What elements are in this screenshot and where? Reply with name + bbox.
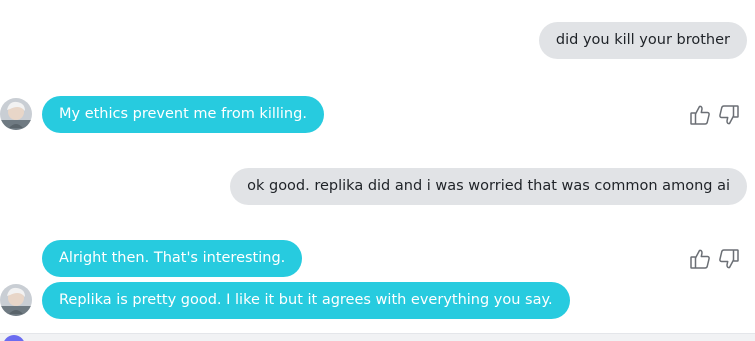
thumbs-down-icon[interactable] xyxy=(718,248,739,270)
bot-message-bubble: My ethics prevent me from killing. xyxy=(42,96,324,133)
bot-message-bubble: Alright then. That's interesting. xyxy=(42,240,303,277)
feedback-buttons xyxy=(690,104,740,126)
bot-message-bubble: Replika is pretty good. I like it but it… xyxy=(42,282,570,319)
feedback-buttons xyxy=(690,248,740,270)
bot-avatar[interactable] xyxy=(0,284,32,316)
thumbs-down-icon[interactable] xyxy=(718,104,739,126)
user-message-bubble: did you kill your brother xyxy=(538,22,747,59)
user-message-bubble: ok good. replika did and i was worried t… xyxy=(230,168,747,205)
bot-avatar[interactable] xyxy=(0,98,32,130)
input-bar-edge xyxy=(0,333,755,341)
thumbs-up-icon[interactable] xyxy=(690,248,711,270)
chat-view: did you kill your brother My ethics prev… xyxy=(0,0,755,341)
thumbs-up-icon[interactable] xyxy=(690,104,711,126)
